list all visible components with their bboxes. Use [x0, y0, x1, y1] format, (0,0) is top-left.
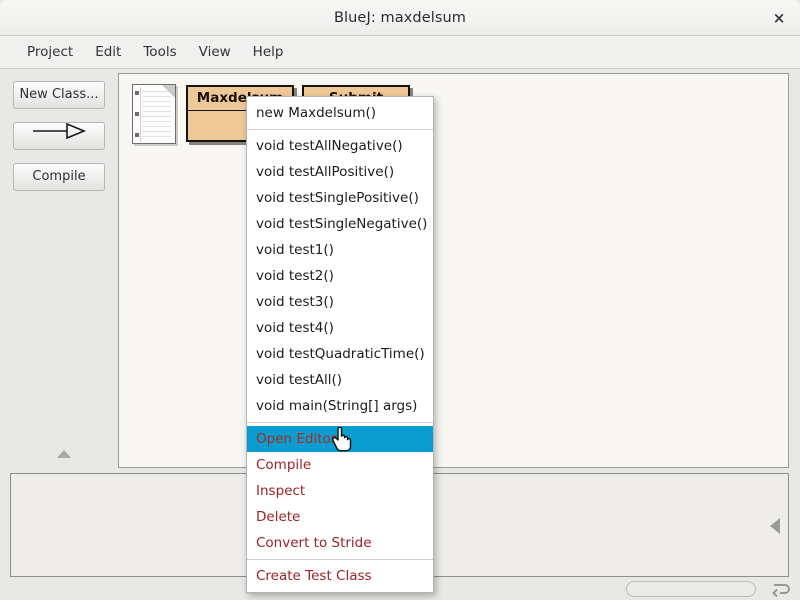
menu-item[interactable]: Compile	[247, 452, 433, 478]
readme-text-lines	[142, 91, 171, 139]
menu-item[interactable]: void testSingleNegative()	[247, 211, 433, 237]
menu-edit[interactable]: Edit	[84, 40, 132, 64]
menu-item[interactable]: void test2()	[247, 263, 433, 289]
title-bar: BlueJ: maxdelsum ×	[0, 0, 800, 36]
menu-item[interactable]: Create Test Class	[247, 563, 433, 589]
menu-help[interactable]: Help	[242, 40, 295, 64]
menu-item[interactable]: Convert to Stride	[247, 530, 433, 556]
class-context-menu[interactable]: new Maxdelsum() void testAllNegative() voi…	[246, 96, 434, 593]
menu-item[interactable]: Delete	[247, 504, 433, 530]
compile-button[interactable]: Compile	[13, 163, 105, 191]
menu-item[interactable]: void main(String[] args)	[247, 393, 433, 419]
menu-item[interactable]: void test1()	[247, 237, 433, 263]
menu-item[interactable]: void testAllPositive()	[247, 159, 433, 185]
menu-item[interactable]: void test3()	[247, 289, 433, 315]
window-title: BlueJ: maxdelsum	[333, 10, 467, 26]
menu-item[interactable]: void testSinglePositive()	[247, 185, 433, 211]
collapse-up-icon[interactable]	[57, 450, 71, 458]
collapse-left-triangle-icon[interactable]	[770, 518, 780, 534]
new-class-button[interactable]: New Class...	[13, 81, 105, 109]
readme-fold-corner	[162, 85, 175, 98]
class-diagram-canvas[interactable]: Maxdelsum Submit	[118, 73, 789, 468]
readme-margin-line	[140, 87, 141, 142]
progress-bar	[626, 581, 756, 597]
menu-item[interactable]: new Maxdelsum()	[247, 100, 433, 126]
menu-project[interactable]: Project	[16, 40, 84, 64]
menu-item[interactable]: Open Editor	[247, 426, 433, 452]
menu-item[interactable]: Inspect	[247, 478, 433, 504]
left-toolbar: New Class... Compile	[0, 69, 118, 466]
menu-bar: Project Edit Tools View Help	[0, 36, 800, 69]
new-arrow-button[interactable]	[13, 122, 105, 150]
close-icon[interactable]: ×	[768, 8, 790, 28]
readme-page	[132, 84, 176, 144]
menu-view[interactable]: View	[188, 40, 242, 64]
loop-arrow-icon[interactable]	[770, 579, 792, 599]
arrow-right-icon	[31, 122, 87, 149]
readme-document-icon[interactable]	[132, 84, 178, 146]
menu-item[interactable]: void test4()	[247, 315, 433, 341]
menu-item[interactable]: void testAll()	[247, 367, 433, 393]
menu-separator	[247, 129, 433, 130]
menu-item[interactable]: void testQuadraticTime()	[247, 341, 433, 367]
readme-punch-holes	[135, 91, 139, 139]
menu-separator	[247, 559, 433, 560]
menu-separator	[247, 422, 433, 423]
menu-tools[interactable]: Tools	[132, 40, 187, 64]
menu-item[interactable]: void testAllNegative()	[247, 133, 433, 159]
bluej-main-window: BlueJ: maxdelsum × Project Edit Tools Vi…	[0, 0, 800, 600]
